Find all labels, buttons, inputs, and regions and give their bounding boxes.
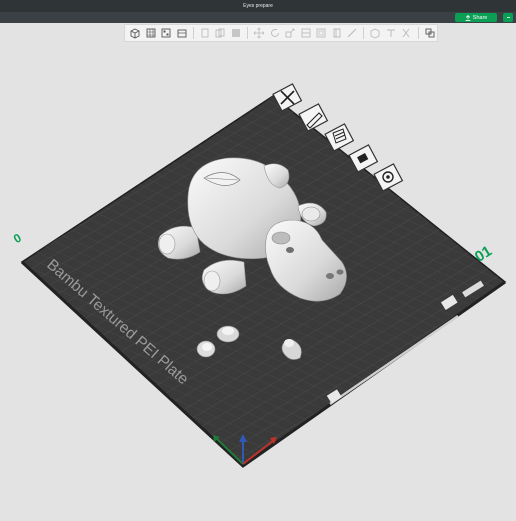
plate-corner-mark: 0 bbox=[11, 230, 24, 246]
share-button[interactable]: Share bbox=[455, 13, 497, 22]
title-bar: Eyes prepare bbox=[0, 0, 516, 12]
upload-icon bbox=[465, 14, 471, 21]
loose-part[interactable] bbox=[196, 340, 216, 358]
build-plate[interactable] bbox=[20, 95, 507, 468]
minimize-button[interactable] bbox=[503, 13, 513, 22]
plate-scene: Bambu Textured PEI Plate 01 0 bbox=[11, 83, 507, 468]
loose-part[interactable] bbox=[216, 325, 240, 343]
top-bar: Share bbox=[0, 12, 516, 23]
3d-viewport[interactable]: Bambu Textured PEI Plate 01 0 bbox=[0, 23, 516, 516]
window-title: Eyes prepare bbox=[243, 3, 273, 9]
share-label: Share bbox=[472, 14, 488, 21]
minus-icon bbox=[506, 17, 510, 18]
